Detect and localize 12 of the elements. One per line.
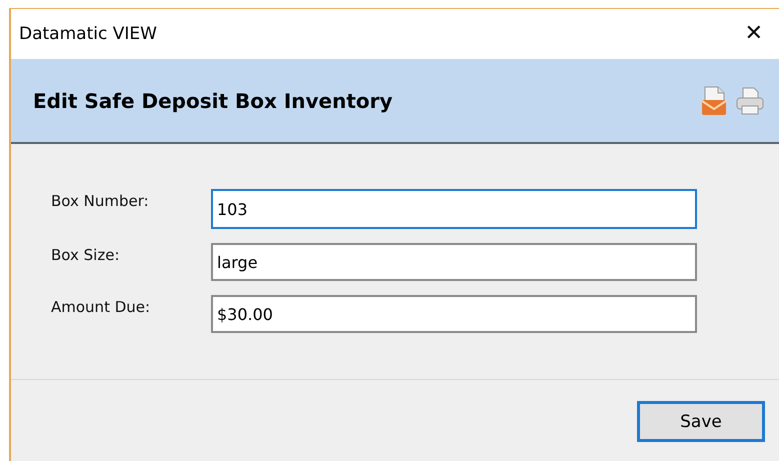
text-field[interactable]: 103	[211, 189, 697, 229]
text-field[interactable]: large	[211, 243, 697, 281]
text-field[interactable]: $30.00	[211, 295, 697, 333]
field-label: Box Size:	[51, 245, 120, 264]
field-label: Box Number:	[51, 191, 150, 210]
field-label: Amount Due:	[51, 297, 152, 316]
close-button[interactable]: ✕	[740, 23, 767, 45]
page-title: Edit Safe Deposit Box Inventory	[33, 88, 393, 112]
save-button[interactable]: Save	[637, 401, 765, 442]
print-icon[interactable]	[735, 86, 765, 116]
window-title: Datamatic VIEW	[19, 24, 157, 44]
email-icon[interactable]	[701, 86, 727, 116]
